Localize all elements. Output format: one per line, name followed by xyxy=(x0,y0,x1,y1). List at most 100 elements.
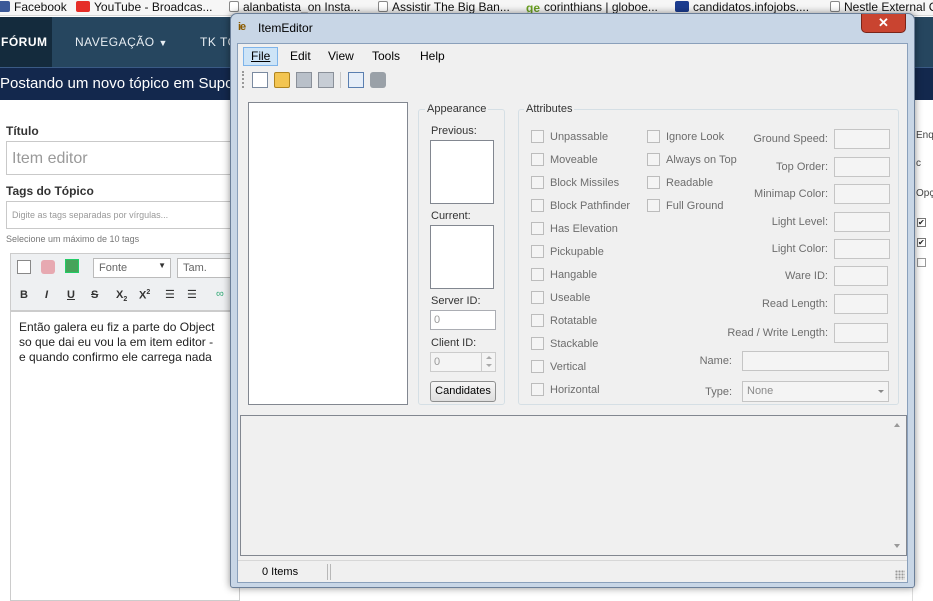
menu-file[interactable]: File xyxy=(243,47,279,66)
bullet-list-icon[interactable]: ☰ xyxy=(165,288,175,301)
checkbox-block-pathfinder[interactable]: Block Pathfinder xyxy=(531,199,630,215)
name-input[interactable] xyxy=(742,351,889,371)
checkbox-moveable[interactable]: Moveable xyxy=(531,153,598,169)
find-icon[interactable] xyxy=(370,72,386,88)
minimap-color-label: Minimap Color: xyxy=(754,188,828,200)
read-write-length-label: Read / Write Length: xyxy=(727,327,828,339)
bold-icon[interactable]: B xyxy=(20,289,28,301)
nav-forum[interactable]: FÓRUM xyxy=(0,17,52,67)
app-logo-icon: ie xyxy=(238,21,246,33)
editor-body[interactable]: Então galera eu fiz a parte do Object so… xyxy=(10,311,240,601)
open-folder-icon[interactable] xyxy=(274,72,290,88)
chevron-down-icon: ▼ xyxy=(158,261,166,270)
toolbar-grip xyxy=(242,71,245,88)
sidebar-checkbox[interactable] xyxy=(917,258,926,267)
italic-icon[interactable]: I xyxy=(45,289,48,301)
ge-icon: ge xyxy=(526,1,541,15)
editor-line: e quando confirmo ele carrega nada xyxy=(19,350,212,364)
window-client: File Edit View Tools Help Appearance Pre… xyxy=(237,43,908,583)
checkbox-unpassable[interactable]: Unpassable xyxy=(531,130,608,146)
ground-speed-input[interactable] xyxy=(834,129,890,149)
superscript-icon[interactable]: X2 xyxy=(139,289,150,302)
table-icon[interactable] xyxy=(65,259,79,273)
instagram-icon xyxy=(229,1,239,12)
properties-icon[interactable] xyxy=(348,72,364,88)
output-log[interactable] xyxy=(240,415,907,556)
font-select[interactable]: Fonte ▼ xyxy=(93,258,171,278)
checkbox-always-on-top[interactable]: Always on Top xyxy=(647,153,737,169)
link-icon[interactable]: ∞ xyxy=(216,288,224,300)
read-write-length-input[interactable] xyxy=(834,323,888,343)
strikethrough-icon[interactable]: S xyxy=(91,289,98,301)
menu-edit[interactable]: Edit xyxy=(282,48,319,64)
appearance-group: Appearance Previous: Current: Server ID:… xyxy=(418,103,505,405)
scroll-up-icon[interactable] xyxy=(894,423,900,427)
status-divider xyxy=(330,564,331,580)
checkbox-horizontal[interactable]: Horizontal xyxy=(531,383,600,399)
minimap-color-input[interactable] xyxy=(834,184,890,204)
read-length-input[interactable] xyxy=(834,294,888,314)
tags-hint: Selecione um máximo de 10 tags xyxy=(6,234,140,244)
underline-icon[interactable]: U xyxy=(67,289,75,301)
editor-toolbar: Fonte ▼ Tam. B I U S X2 X2 ☰ ☰ ∞ xyxy=(10,253,240,311)
menu-view[interactable]: View xyxy=(320,48,362,64)
subscript-icon[interactable]: X2 xyxy=(116,289,127,303)
new-file-icon[interactable] xyxy=(252,72,268,88)
toolbar-separator xyxy=(340,72,341,88)
light-color-input[interactable] xyxy=(834,239,890,259)
checkbox-readable[interactable]: Readable xyxy=(647,176,713,192)
sidebar-label: Enque xyxy=(916,130,933,141)
checkbox-full-ground[interactable]: Full Ground xyxy=(647,199,723,215)
candidates-button[interactable]: Candidates xyxy=(430,381,496,402)
save-icon[interactable] xyxy=(296,72,312,88)
save-all-icon[interactable] xyxy=(318,72,334,88)
sidebar-checkbox[interactable]: ✔ xyxy=(917,238,926,247)
bookmark-youtube[interactable]: YouTube - Broadcas... xyxy=(76,0,213,15)
checkbox-useable[interactable]: Useable xyxy=(531,291,590,307)
top-order-input[interactable] xyxy=(834,157,890,177)
ware-id-input[interactable] xyxy=(834,266,888,286)
type-select[interactable]: None xyxy=(742,381,889,402)
status-bar: 0 Items xyxy=(238,560,907,582)
previous-preview xyxy=(430,140,494,204)
light-level-input[interactable] xyxy=(834,212,890,232)
sidebar-checkbox[interactable]: ✔ xyxy=(917,218,926,227)
menu-help[interactable]: Help xyxy=(412,48,453,64)
checkbox-has-elevation[interactable]: Has Elevation xyxy=(531,222,618,238)
eraser-icon[interactable] xyxy=(41,260,55,274)
checkbox-hangable[interactable]: Hangable xyxy=(531,268,597,284)
checkbox-stackable[interactable]: Stackable xyxy=(531,337,598,353)
right-sidebar: Enque c Opçõ ✔ ✔ xyxy=(912,100,933,601)
server-id-input[interactable]: 0 xyxy=(430,310,496,330)
source-icon[interactable] xyxy=(17,260,31,274)
itemeditor-window: ie ItemEditor ✕ File Edit View Tools Hel… xyxy=(230,13,915,588)
checkbox-ignore-look[interactable]: Ignore Look xyxy=(647,130,724,146)
chevron-down-icon xyxy=(878,390,884,393)
size-select[interactable]: Tam. xyxy=(177,258,235,278)
close-button[interactable]: ✕ xyxy=(861,14,906,33)
nav-navegacao[interactable]: NAVEGAÇÃO ▼ xyxy=(75,35,168,49)
spin-icon[interactable] xyxy=(481,353,495,371)
editor-line: Então galera eu fiz a parte do Object xyxy=(19,320,215,334)
output-scrollbar[interactable] xyxy=(889,416,906,555)
checkbox-block-missiles[interactable]: Block Missiles xyxy=(531,176,619,192)
editor-line: so que dai eu vou la em item editor - xyxy=(19,335,214,349)
scroll-down-icon[interactable] xyxy=(894,544,900,548)
title-input[interactable]: Item editor xyxy=(6,141,246,175)
client-id-stepper[interactable]: 0 xyxy=(430,352,496,372)
tags-label: Tags do Tópico xyxy=(6,184,94,198)
bookmark-facebook[interactable]: Facebook xyxy=(0,0,67,15)
checkbox-pickupable[interactable]: Pickupable xyxy=(531,245,604,261)
current-label: Current: xyxy=(431,210,471,222)
attributes-legend: Attributes xyxy=(524,103,575,115)
checkbox-vertical[interactable]: Vertical xyxy=(531,360,586,376)
page-icon xyxy=(378,1,388,12)
item-list[interactable] xyxy=(248,102,408,405)
checkbox-rotatable[interactable]: Rotatable xyxy=(531,314,597,330)
read-length-label: Read Length: xyxy=(761,298,828,310)
numbered-list-icon[interactable]: ☰ xyxy=(187,288,197,301)
resize-grip-icon[interactable] xyxy=(895,570,905,580)
ground-speed-label: Ground Speed: xyxy=(753,133,828,145)
tags-input[interactable]: Digite as tags separadas por vírgulas... xyxy=(6,201,246,229)
menu-tools[interactable]: Tools xyxy=(364,48,408,64)
